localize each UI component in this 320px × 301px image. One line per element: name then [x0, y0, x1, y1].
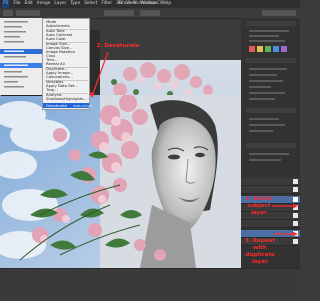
arrow-to-desaturate	[91, 51, 109, 97]
annotation-select-layer: 1. Select subject layer	[240, 196, 278, 217]
annotation-text: layer	[251, 210, 267, 216]
annotation-text: 1. Select	[245, 196, 273, 202]
annotation-text: layer	[252, 259, 268, 265]
annotation-text: with	[253, 245, 267, 251]
annotation-text: 3. Repeat	[244, 238, 276, 244]
arrow-head	[293, 231, 298, 237]
annotation-text: duplicate	[245, 252, 275, 258]
arrow-head	[293, 203, 298, 209]
annotation-text: 2. Desaturate	[96, 43, 140, 49]
annotation-repeat: 3. Repeat with duplicate layer	[240, 238, 280, 266]
annotation-desaturate: 2. Desaturate	[95, 43, 141, 50]
annotation-text: subject	[247, 203, 271, 209]
arrow-head	[89, 92, 95, 98]
